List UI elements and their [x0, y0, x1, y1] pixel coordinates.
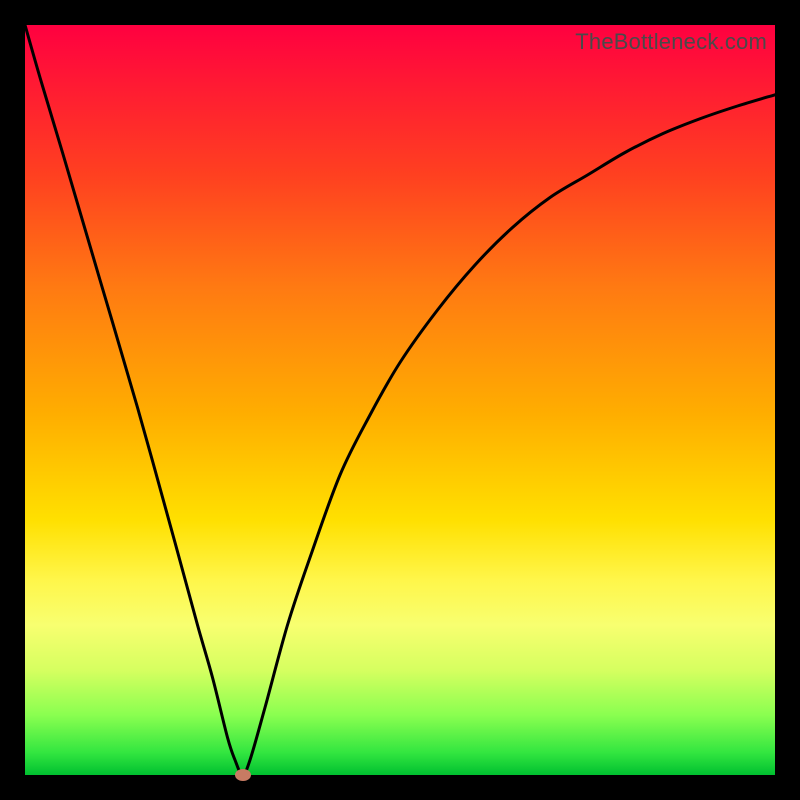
minimum-marker — [235, 769, 251, 781]
chart-frame: TheBottleneck.com — [25, 25, 775, 775]
bottleneck-curve — [25, 25, 775, 775]
chart-plot-area: TheBottleneck.com — [25, 25, 775, 775]
curve-path — [25, 25, 775, 775]
